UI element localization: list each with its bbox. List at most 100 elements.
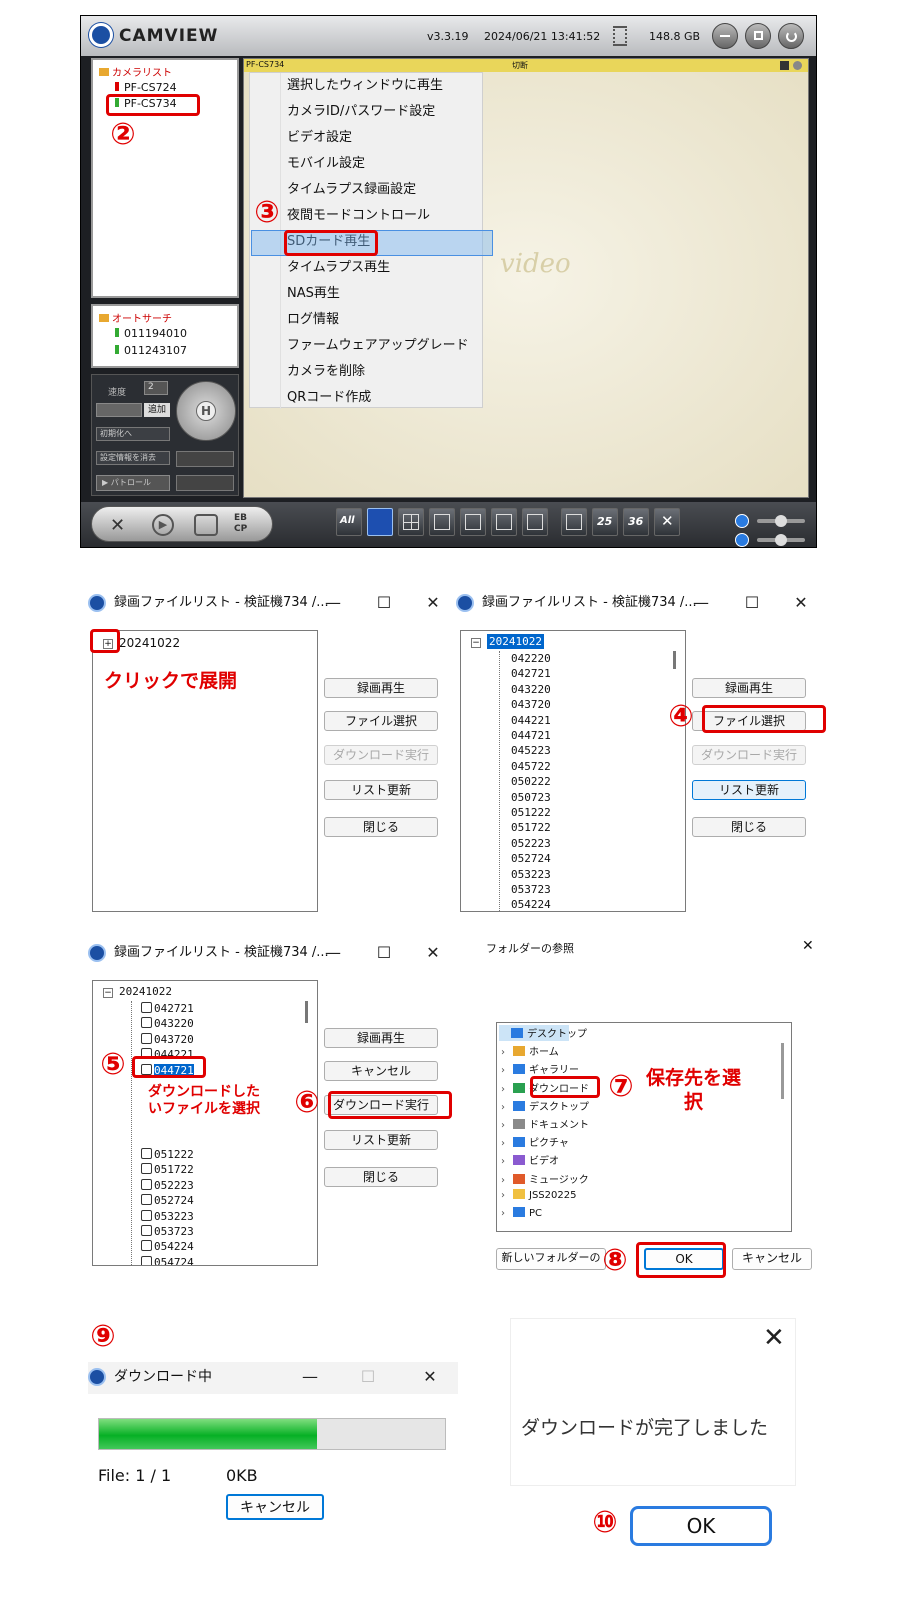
context-menu-item[interactable]: カメラID/パスワード設定: [249, 99, 481, 125]
refresh-list-button[interactable]: リスト更新: [324, 1130, 438, 1150]
context-menu-item[interactable]: モバイル設定: [249, 151, 481, 177]
context-menu-item[interactable]: ログ情報: [249, 307, 481, 333]
maximize-button[interactable]: ☐: [372, 938, 396, 968]
play-recording-button[interactable]: 録画再生: [692, 678, 806, 698]
cancel-button[interactable]: キャンセル: [732, 1248, 812, 1270]
file-item[interactable]: 043720: [141, 1032, 194, 1047]
speaker-volume-slider[interactable]: [757, 534, 805, 546]
layout-16-button[interactable]: [522, 508, 548, 536]
folder-item[interactable]: › デスクトップ: [501, 1098, 589, 1114]
layout-all-button[interactable]: All: [336, 508, 362, 536]
file-item[interactable]: 045223: [511, 743, 551, 758]
ptz-button[interactable]: [176, 451, 234, 467]
download-button[interactable]: ダウンロード実行: [324, 745, 438, 765]
play-recording-button[interactable]: 録画再生: [324, 1028, 438, 1048]
file-checkbox[interactable]: [141, 1148, 152, 1159]
file-item[interactable]: 053723: [511, 882, 551, 897]
file-item[interactable]: 042220: [511, 651, 551, 666]
refresh-list-button[interactable]: リスト更新: [692, 780, 806, 800]
file-item[interactable]: 052223: [141, 1178, 194, 1193]
layout-1-button[interactable]: [367, 508, 393, 536]
layout-6-button[interactable]: [429, 508, 455, 536]
chevron-right-icon[interactable]: ›: [501, 1208, 513, 1219]
settings-tools-icon[interactable]: ✕: [110, 515, 125, 536]
refresh-list-button[interactable]: リスト更新: [324, 780, 438, 800]
file-item[interactable]: 054224: [141, 1239, 194, 1254]
close-icon[interactable]: ✕: [763, 1323, 785, 1353]
cancel-selection-button[interactable]: キャンセル: [324, 1061, 438, 1081]
folder-item[interactable]: › ミュージック: [501, 1171, 589, 1187]
download-button[interactable]: ダウンロード実行: [692, 745, 806, 765]
maximize-button[interactable]: ☐: [356, 1362, 380, 1392]
close-button[interactable]: ✕: [418, 1362, 442, 1392]
file-checkbox[interactable]: [141, 1032, 152, 1044]
file-item[interactable]: 054224: [511, 897, 551, 911]
context-menu-item[interactable]: タイムラプス録画設定: [249, 177, 481, 203]
file-checkbox[interactable]: [141, 1002, 152, 1013]
file-checkbox[interactable]: [141, 1255, 152, 1265]
mic-volume-slider[interactable]: [757, 515, 805, 527]
speed-select[interactable]: 2: [144, 381, 168, 395]
file-checkbox[interactable]: [141, 1017, 152, 1029]
new-folder-button[interactable]: 新しいフォルダーの作: [496, 1248, 606, 1270]
fullscreen-button[interactable]: ✕: [654, 508, 680, 536]
collapse-icon[interactable]: −: [103, 988, 113, 998]
file-checkbox[interactable]: [141, 1225, 152, 1236]
file-item[interactable]: 052724: [511, 851, 551, 866]
power-circle-button[interactable]: [778, 23, 804, 49]
file-checkbox[interactable]: [141, 1194, 152, 1206]
layout-25-button[interactable]: 25: [592, 508, 618, 536]
playback-icon[interactable]: ▶: [152, 514, 174, 536]
folder-item[interactable]: › PC: [501, 1207, 542, 1223]
complete-ok-button[interactable]: OK: [630, 1506, 772, 1546]
maximize-circle-button[interactable]: [745, 23, 771, 49]
close-window-button[interactable]: 閉じる: [324, 1167, 438, 1187]
context-menu-item[interactable]: タイムラプス再生: [249, 255, 481, 281]
file-item[interactable]: 054724: [141, 1255, 194, 1265]
maximize-button[interactable]: ☐: [740, 588, 764, 618]
minimize-circle-button[interactable]: [712, 23, 738, 49]
file-item[interactable]: 053223: [511, 867, 551, 882]
context-menu-item[interactable]: カメラを削除: [249, 359, 481, 385]
file-item[interactable]: 051722: [141, 1162, 194, 1177]
init-select[interactable]: 初期化へ: [96, 427, 170, 441]
dialog-close-icon[interactable]: ✕: [802, 938, 814, 954]
chevron-right-icon[interactable]: ›: [501, 1190, 513, 1201]
snapshot-icon[interactable]: [780, 61, 789, 70]
folder-item[interactable]: › ギャラリー: [501, 1061, 579, 1077]
schedule-icon[interactable]: [194, 514, 218, 536]
minimize-button[interactable]: —: [298, 1362, 322, 1392]
mic-icon[interactable]: [735, 514, 749, 528]
file-item[interactable]: 051722: [511, 820, 551, 835]
layout-36-button[interactable]: 36: [623, 508, 649, 536]
tree-folder[interactable]: 20241022: [119, 984, 172, 999]
chevron-right-icon[interactable]: ›: [501, 1065, 513, 1076]
folder-item[interactable]: › ドキュメント: [501, 1116, 589, 1132]
speaker-icon[interactable]: [735, 533, 749, 547]
file-select-button[interactable]: ファイル選択: [324, 711, 438, 731]
file-item[interactable]: 052724: [141, 1193, 194, 1208]
play-recording-button[interactable]: 録画再生: [324, 678, 438, 698]
file-item[interactable]: 050222: [511, 774, 551, 789]
context-menu-item[interactable]: 選択したウィンドウに再生: [249, 73, 481, 99]
tree-folder-selected[interactable]: 20241022: [487, 634, 544, 649]
file-item[interactable]: 044221: [511, 713, 551, 728]
layout-13-button[interactable]: [491, 508, 517, 536]
folder-item[interactable]: デスクトップ: [499, 1025, 587, 1041]
ptz-button[interactable]: [176, 475, 234, 491]
auto-search-item[interactable]: 011243107: [115, 344, 187, 357]
minimize-button[interactable]: —: [321, 588, 345, 618]
chevron-right-icon[interactable]: ›: [501, 1084, 513, 1095]
close-button[interactable]: ✕: [789, 588, 813, 618]
file-checkbox[interactable]: [141, 1163, 152, 1175]
layout-film-button[interactable]: [561, 508, 587, 536]
ptz-dpad[interactable]: H: [176, 381, 236, 441]
chevron-right-icon[interactable]: ›: [501, 1175, 513, 1186]
file-item[interactable]: 050723: [511, 790, 551, 805]
file-item[interactable]: 053723: [141, 1224, 194, 1239]
tree-scrollbar[interactable]: [781, 1043, 784, 1099]
file-item[interactable]: 043220: [511, 682, 551, 697]
close-button[interactable]: ✕: [421, 938, 445, 968]
chevron-right-icon[interactable]: ›: [501, 1102, 513, 1113]
preset-input[interactable]: [96, 403, 142, 417]
